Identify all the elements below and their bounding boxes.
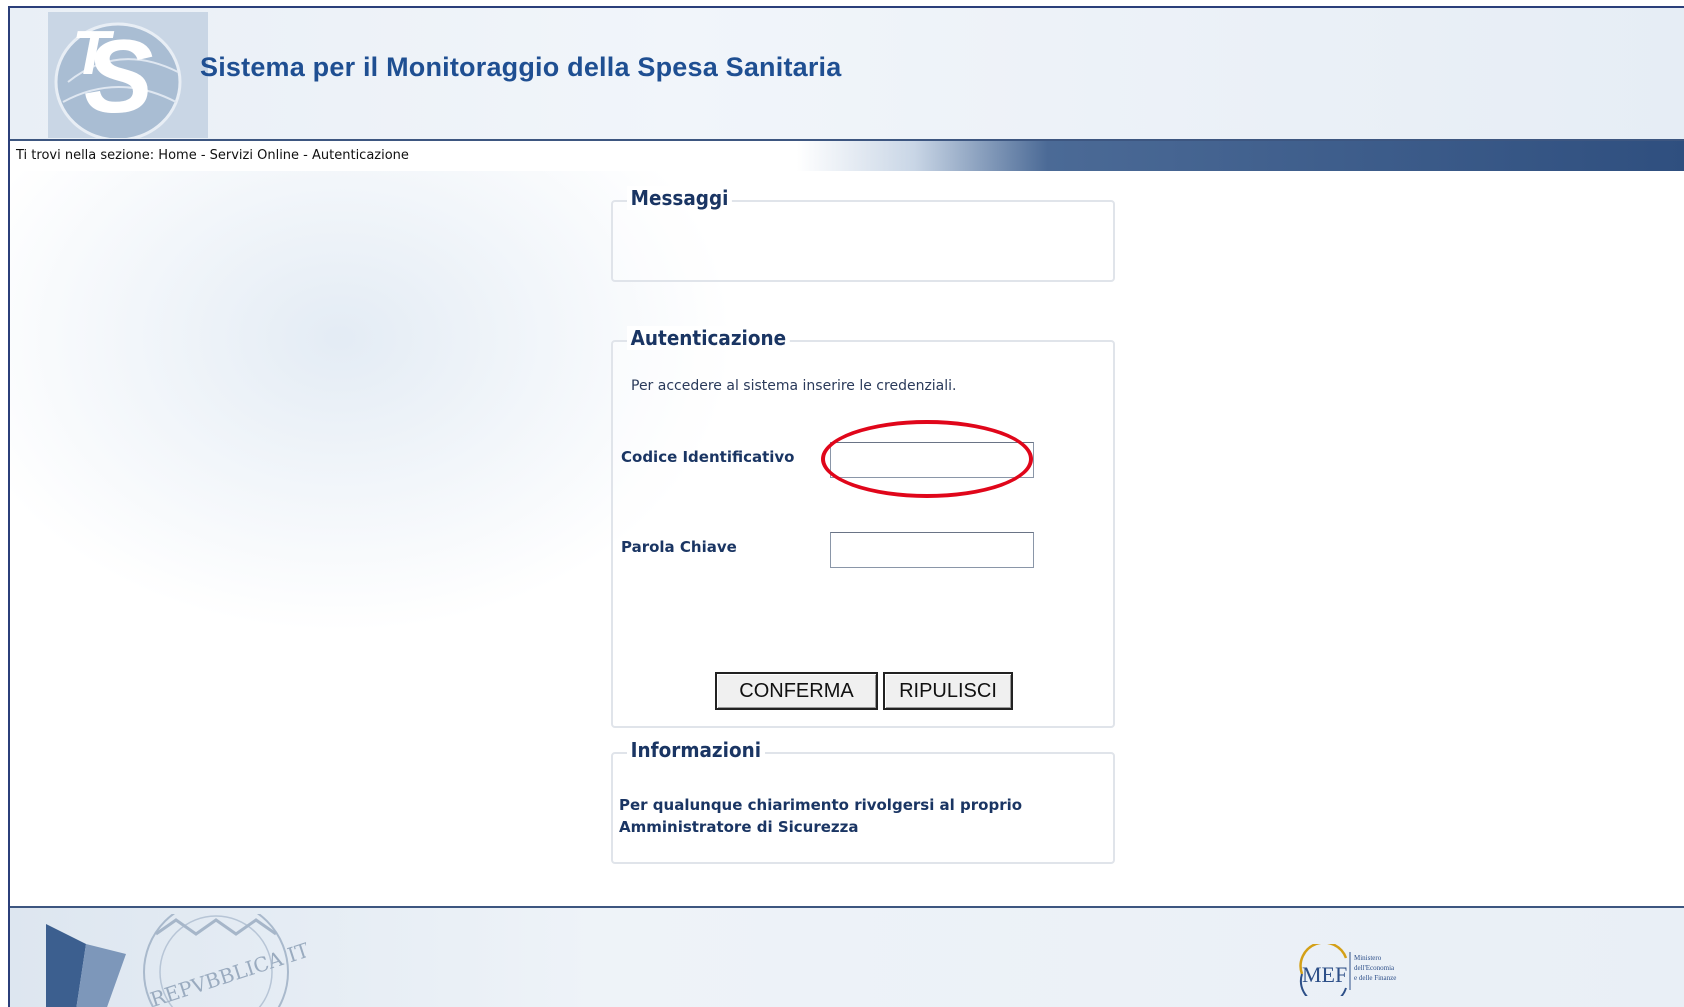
ripulisci-button[interactable]: RIPULISCI bbox=[883, 672, 1013, 710]
conferma-button[interactable]: CONFERMA bbox=[715, 672, 878, 710]
messaggi-legend: Messaggi bbox=[627, 186, 733, 210]
app-title: Sistema per il Monitoraggio della Spesa … bbox=[200, 52, 842, 82]
footer: REPVBBLICA ITALIANA MEF Ministero dell'E… bbox=[10, 906, 1684, 1007]
header: S T Sistema per il Monitoraggio della Sp… bbox=[10, 8, 1684, 141]
svg-text:e delle Finanze: e delle Finanze bbox=[1354, 974, 1396, 982]
svg-text:T: T bbox=[72, 19, 115, 88]
parola-chiave-label: Parola Chiave bbox=[621, 538, 737, 556]
codice-identificativo-label: Codice Identificativo bbox=[621, 448, 795, 466]
informazioni-panel: Informazioni Per qualunque chiarimento r… bbox=[611, 738, 1115, 864]
messaggi-panel: Messaggi bbox=[611, 186, 1115, 282]
breadcrumb-bar: Ti trovi nella sezione: Home - Servizi O… bbox=[10, 141, 1684, 171]
svg-text:Ministero: Ministero bbox=[1354, 954, 1382, 962]
parola-chiave-input[interactable] bbox=[830, 532, 1034, 568]
informazioni-legend: Informazioni bbox=[627, 738, 765, 762]
svg-text:MEF: MEF bbox=[1302, 962, 1347, 987]
autenticazione-legend: Autenticazione bbox=[627, 326, 790, 350]
page-frame: S T Sistema per il Monitoraggio della Sp… bbox=[8, 6, 1684, 1007]
autenticazione-panel: Autenticazione Per accedere al sistema i… bbox=[611, 326, 1115, 728]
breadcrumb: Ti trovi nella sezione: Home - Servizi O… bbox=[16, 148, 409, 163]
ts-logo-icon: S T bbox=[48, 12, 208, 138]
repubblica-emblem-icon: REPVBBLICA ITALIANA bbox=[46, 914, 306, 1007]
mef-logo-icon: MEF Ministero dell'Economia e delle Fina… bbox=[1299, 944, 1396, 996]
auth-instructions: Per accedere al sistema inserire le cred… bbox=[631, 378, 957, 394]
informazioni-text: Per qualunque chiarimento rivolgersi al … bbox=[619, 796, 1023, 836]
codice-identificativo-input[interactable] bbox=[830, 442, 1034, 478]
svg-text:dell'Economia: dell'Economia bbox=[1354, 964, 1395, 972]
